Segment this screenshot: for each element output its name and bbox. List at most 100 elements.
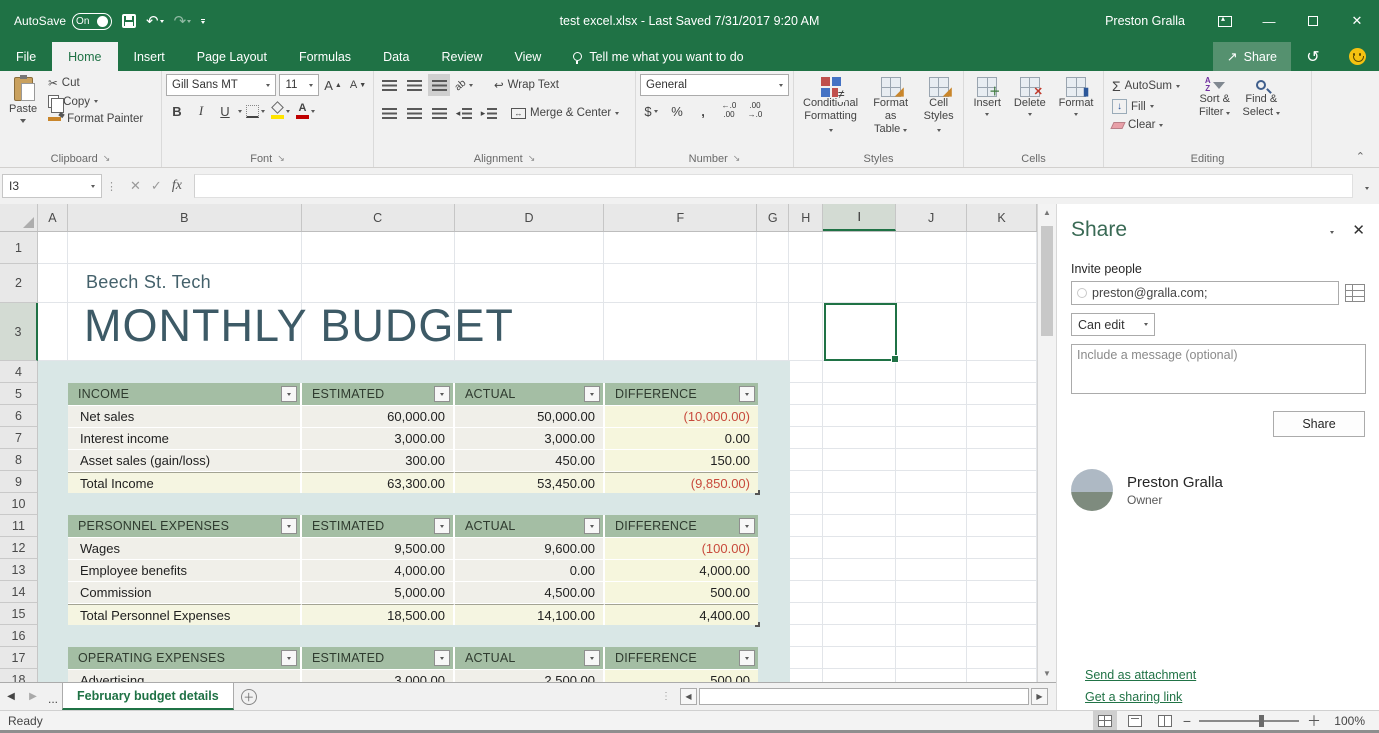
expand-formula-bar-button[interactable] xyxy=(1357,179,1377,193)
new-sheet-button[interactable]: ＋ xyxy=(234,683,264,710)
feedback-button[interactable] xyxy=(1335,42,1379,71)
share-submit-button[interactable]: Share xyxy=(1273,411,1365,437)
table-header-cell[interactable]: ACTUAL xyxy=(455,647,605,669)
column-header-J[interactable]: J xyxy=(896,204,967,231)
sheet-prev-arrow[interactable]: ◀ xyxy=(0,683,22,710)
table-label-cell[interactable]: Employee benefits xyxy=(68,560,302,581)
grid-cell[interactable] xyxy=(789,361,823,383)
grid-cell[interactable] xyxy=(789,449,823,471)
table-value-cell[interactable]: 0.00 xyxy=(605,428,758,449)
grid-cell[interactable] xyxy=(789,405,823,427)
grid-cell[interactable] xyxy=(823,625,896,647)
grid-cell[interactable] xyxy=(789,625,823,647)
filter-dropdown-button[interactable] xyxy=(434,650,450,666)
cancel-formula-button[interactable]: ✕ xyxy=(130,178,141,194)
grid-cell[interactable] xyxy=(789,603,823,625)
clear-button[interactable]: Clear xyxy=(1108,117,1184,133)
row-header-2[interactable]: 2 xyxy=(0,264,38,303)
row-header-14[interactable]: 14 xyxy=(0,581,38,603)
name-box[interactable]: I3 xyxy=(2,174,102,198)
table-value-cell[interactable]: 14,100.00 xyxy=(455,604,605,625)
table-header-cell[interactable]: DIFFERENCE xyxy=(605,515,758,537)
zoom-level[interactable]: 100% xyxy=(1327,714,1365,728)
align-left-button[interactable] xyxy=(378,102,400,124)
grow-font-button[interactable]: A▲ xyxy=(322,74,344,96)
grid-cell[interactable] xyxy=(789,581,823,603)
column-header-A[interactable]: A xyxy=(38,204,68,231)
table-value-cell[interactable]: 4,400.00 xyxy=(605,604,758,625)
table-label-cell[interactable]: Total Personnel Expenses xyxy=(68,604,302,625)
table-value-cell[interactable]: (9,850.00) xyxy=(605,472,758,493)
table-value-cell[interactable]: 18,500.00 xyxy=(302,604,455,625)
grid-cell[interactable] xyxy=(967,471,1037,493)
table-value-cell[interactable]: 450.00 xyxy=(455,450,605,471)
table-value-cell[interactable]: 3,000.00 xyxy=(302,428,455,449)
table-value-cell[interactable]: 4,000.00 xyxy=(302,560,455,581)
grid-cell[interactable] xyxy=(757,303,789,361)
grid-cell[interactable] xyxy=(967,581,1037,603)
permission-dropdown[interactable]: Can edit xyxy=(1071,313,1155,336)
grid-cell[interactable] xyxy=(604,232,757,264)
row-header-1[interactable]: 1 xyxy=(0,232,38,264)
grid-cell[interactable] xyxy=(823,559,896,581)
table-resize-handle[interactable] xyxy=(755,622,760,627)
grid-cell[interactable] xyxy=(896,427,967,449)
grid-cell[interactable] xyxy=(896,647,967,669)
ribbon-tab-page-layout[interactable]: Page Layout xyxy=(181,42,283,71)
dialog-launcher-icon[interactable]: ↘ xyxy=(277,153,285,164)
decrease-indent-button[interactable]: ◂ xyxy=(453,102,475,124)
table-header-cell[interactable]: DIFFERENCE xyxy=(605,647,758,669)
table-label-cell[interactable]: Advertising xyxy=(68,670,302,682)
grid-cell[interactable] xyxy=(823,383,896,405)
row-header-8[interactable]: 8 xyxy=(0,449,38,471)
table-value-cell[interactable]: 3,000.00 xyxy=(455,428,605,449)
grid-cell[interactable] xyxy=(789,515,823,537)
grid-cell[interactable] xyxy=(896,537,967,559)
column-header-D[interactable]: D xyxy=(455,204,605,231)
align-right-button[interactable] xyxy=(428,102,450,124)
grid-cell[interactable] xyxy=(967,537,1037,559)
pane-close-button[interactable]: ✕ xyxy=(1352,221,1365,239)
percent-button[interactable]: % xyxy=(666,100,688,122)
hscroll-right-arrow[interactable]: ▶ xyxy=(1031,688,1048,705)
grid-cell[interactable] xyxy=(896,361,967,383)
currency-button[interactable]: $ xyxy=(640,100,662,122)
dialog-launcher-icon[interactable]: ↘ xyxy=(528,153,536,164)
grid-cell[interactable] xyxy=(967,303,1037,361)
row-header-4[interactable]: 4 xyxy=(0,361,38,383)
row-header-9[interactable]: 9 xyxy=(0,471,38,493)
ribbon-tab-insert[interactable]: Insert xyxy=(118,42,181,71)
table-value-cell[interactable]: 63,300.00 xyxy=(302,472,455,493)
find-select-button[interactable]: Find &Select xyxy=(1237,74,1285,122)
grid-cell[interactable] xyxy=(823,361,896,383)
grid-cell[interactable] xyxy=(823,427,896,449)
grid-cell[interactable] xyxy=(823,537,896,559)
merge-center-button[interactable]: ↔Merge & Center xyxy=(507,105,623,121)
table-label-cell[interactable]: Asset sales (gain/loss) xyxy=(68,450,302,471)
table-value-cell[interactable]: (10,000.00) xyxy=(605,406,758,427)
table-header-cell[interactable]: ESTIMATED xyxy=(302,647,455,669)
grid-cell[interactable] xyxy=(896,625,967,647)
grid-cell[interactable] xyxy=(38,303,68,361)
grid-cell[interactable] xyxy=(967,264,1037,303)
table-value-cell[interactable]: 500.00 xyxy=(605,582,758,603)
row-header-6[interactable]: 6 xyxy=(0,405,38,427)
table-value-cell[interactable]: 9,600.00 xyxy=(455,538,605,559)
underline-button[interactable]: U xyxy=(214,100,236,122)
table-header-cell[interactable]: ESTIMATED xyxy=(302,383,455,405)
table-label-cell[interactable]: Net sales xyxy=(68,406,302,427)
zoom-in-button[interactable]: ＋ xyxy=(1307,711,1321,731)
ribbon-tab-file[interactable]: File xyxy=(0,42,52,71)
table-label-cell[interactable]: Total Income xyxy=(68,472,302,493)
filter-dropdown-button[interactable] xyxy=(281,650,297,666)
wrap-text-button[interactable]: ↩Wrap Text xyxy=(490,76,563,94)
page-break-view-button[interactable] xyxy=(1153,711,1177,730)
table-value-cell[interactable]: 4,500.00 xyxy=(455,582,605,603)
tab-splitter[interactable]: ⋮ xyxy=(661,691,672,702)
autosave-pill[interactable]: On xyxy=(72,13,112,30)
grid-cell[interactable] xyxy=(302,264,455,303)
pane-options-button[interactable] xyxy=(1330,223,1334,237)
filter-dropdown-button[interactable] xyxy=(281,518,297,534)
vertical-scrollbar[interactable]: ▲ ▼ xyxy=(1037,204,1056,682)
ribbon-tab-view[interactable]: View xyxy=(498,42,557,71)
